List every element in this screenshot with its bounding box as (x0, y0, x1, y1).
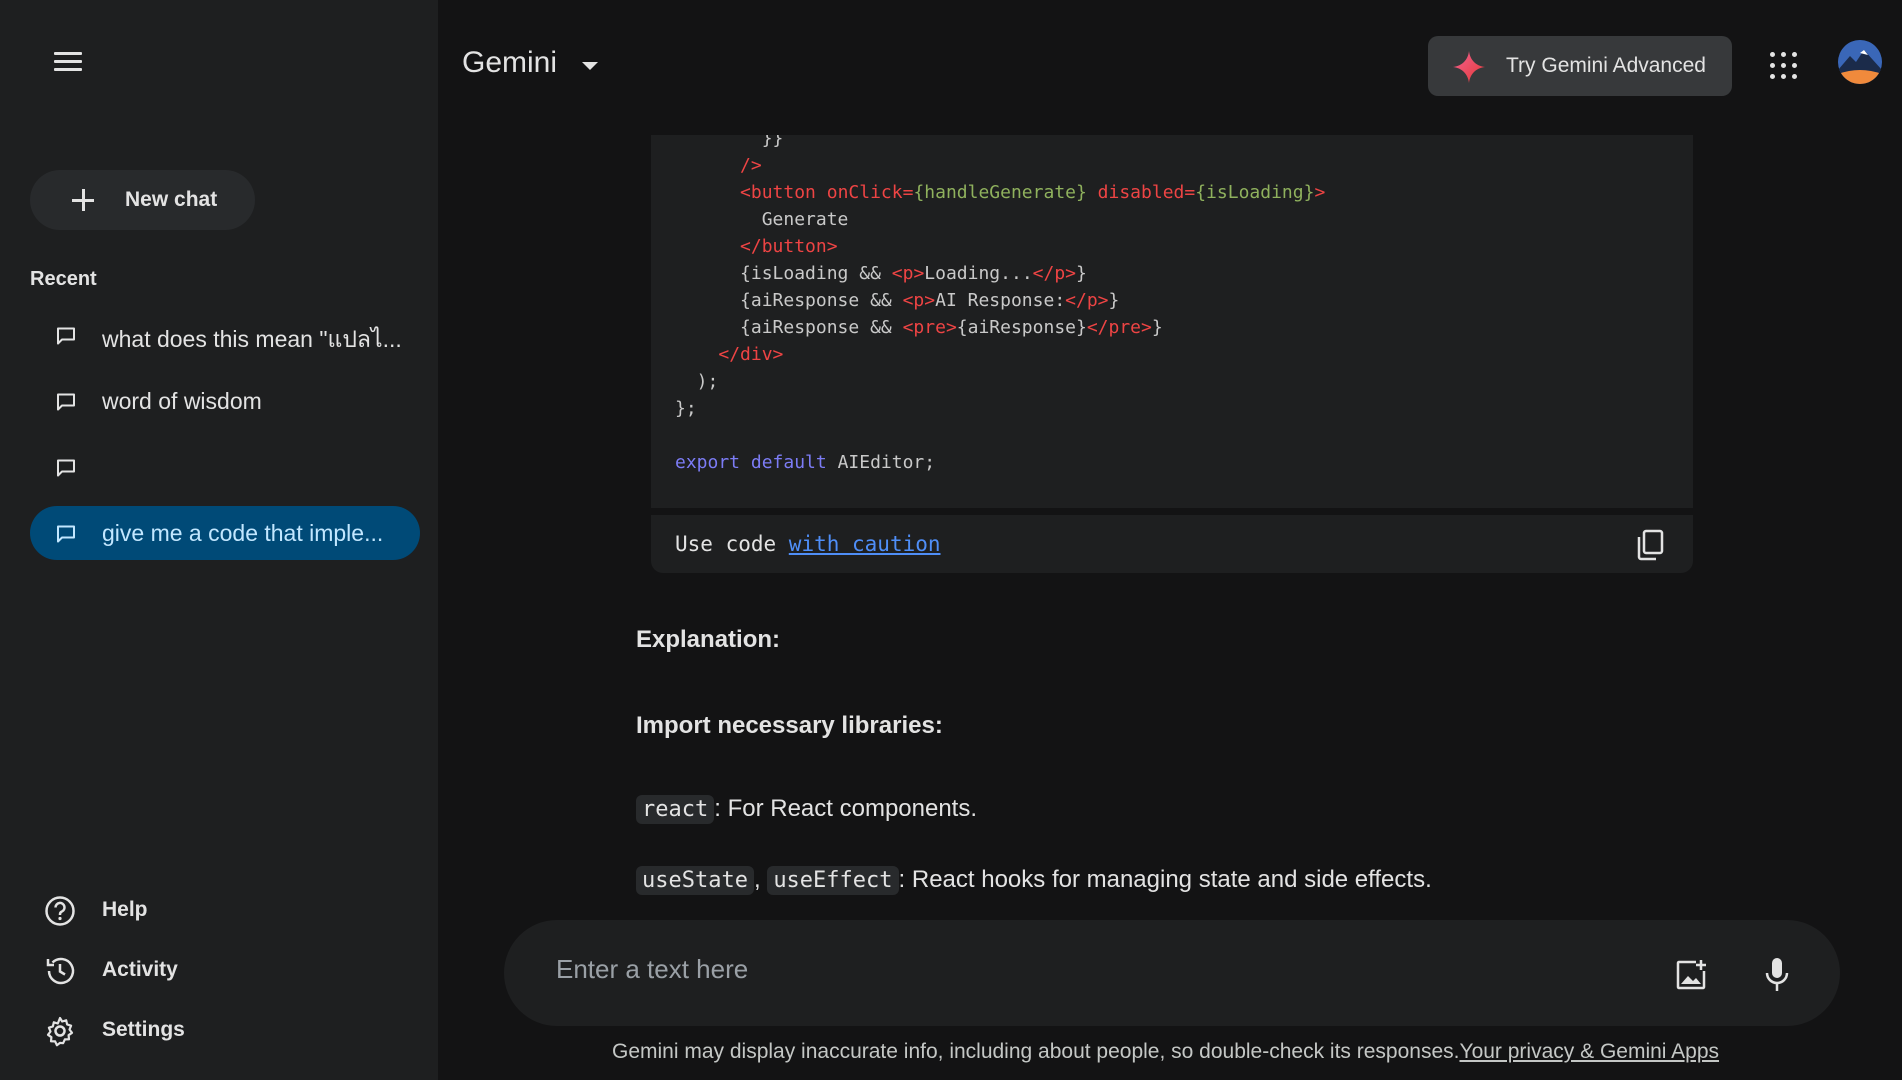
code-caution-text: Use code with caution (675, 532, 941, 556)
inline-code: useEffect (767, 866, 899, 895)
avatar[interactable] (1838, 40, 1882, 84)
explanation-item: react: For React components. (636, 795, 977, 824)
chat-bubble-icon (56, 327, 76, 345)
try-gemini-advanced-button[interactable]: Try Gemini Advanced (1428, 36, 1732, 96)
settings-label: Settings (102, 1018, 185, 1041)
recent-heading: Recent (30, 268, 97, 290)
import-heading: Import necessary libraries: (636, 712, 943, 739)
code-block-footer: Use code with caution (651, 515, 1693, 573)
microphone-icon[interactable] (1762, 956, 1792, 994)
try-advanced-label: Try Gemini Advanced (1506, 54, 1706, 77)
activity-label: Activity (102, 958, 178, 981)
image-upload-icon[interactable] (1674, 958, 1708, 992)
recent-item-label: word of wisdom (102, 388, 262, 414)
sidebar: New chat Recent what does this mean "แปล… (0, 0, 438, 1080)
inline-code: useState (636, 866, 754, 895)
history-icon (44, 955, 76, 987)
recent-item[interactable]: what does this mean "แปลไ... (30, 308, 420, 362)
help-label: Help (102, 898, 148, 921)
code-content: }} /> <button onClick={handleGenerate} d… (675, 135, 1326, 473)
sparkle-icon (1452, 50, 1486, 84)
chat-bubble-icon (56, 525, 76, 543)
chat-bubble-icon (56, 459, 76, 477)
caution-link[interactable]: with caution (789, 532, 941, 556)
help-icon (44, 895, 76, 927)
gear-icon (44, 1015, 76, 1047)
explanation-item: useState, useEffect: React hooks for man… (636, 866, 1432, 895)
recent-item-label: give me a code that imple... (102, 520, 384, 546)
apps-grid-icon[interactable] (1770, 52, 1798, 80)
prompt-input[interactable]: Enter a text here (504, 920, 1840, 1026)
explanation-heading: Explanation: (636, 626, 781, 653)
settings-button[interactable]: Settings (30, 1000, 390, 1060)
copy-icon[interactable] (1635, 529, 1665, 561)
chevron-down-icon[interactable] (582, 62, 598, 70)
recent-item[interactable] (30, 440, 420, 494)
chat-bubble-icon (56, 393, 76, 411)
new-chat-button[interactable]: New chat (30, 170, 255, 230)
recent-list: what does this mean "แปลไ... word of wis… (30, 308, 420, 572)
model-selector-title[interactable]: Gemini (462, 46, 557, 80)
inline-code: react (636, 795, 715, 824)
recent-item-label: what does this mean "แปลไ... (102, 326, 402, 352)
new-chat-label: New chat (125, 188, 218, 211)
main-menu-icon[interactable] (48, 46, 88, 78)
privacy-link[interactable]: Your privacy & Gemini Apps (1459, 1040, 1719, 1063)
code-block: }} /> <button onClick={handleGenerate} d… (651, 135, 1693, 508)
recent-item[interactable]: word of wisdom (30, 374, 420, 428)
sidebar-bottom-nav: Help Activity Settings (30, 880, 390, 1060)
plus-icon (72, 189, 94, 211)
recent-item-active[interactable]: give me a code that imple... (30, 506, 420, 560)
prompt-placeholder: Enter a text here (556, 954, 749, 984)
activity-button[interactable]: Activity (30, 940, 390, 1000)
help-button[interactable]: Help (30, 880, 390, 940)
disclaimer: Gemini may display inaccurate info, incl… (612, 1040, 1720, 1063)
